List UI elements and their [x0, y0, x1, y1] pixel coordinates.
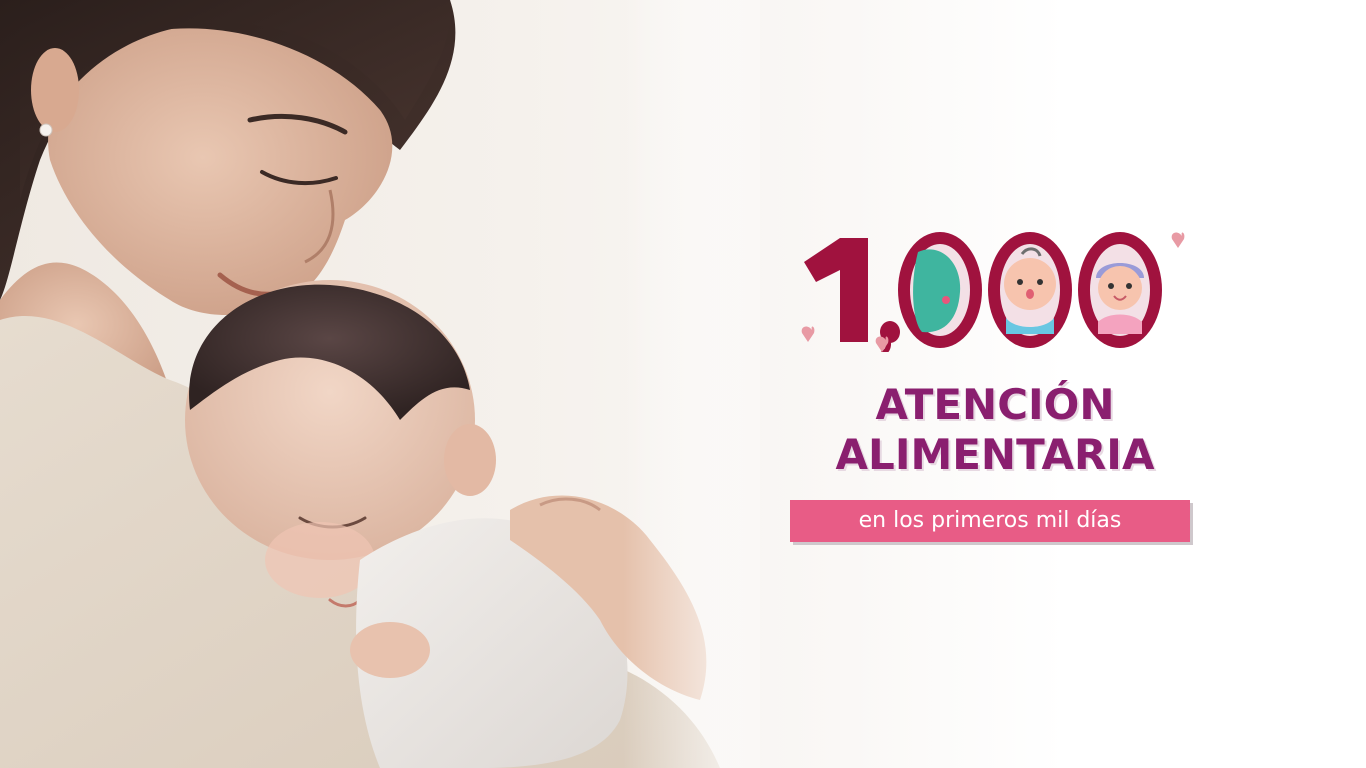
- pregnant-woman-icon: [898, 232, 982, 348]
- title-line-2: ALIMENTARIA: [835, 430, 1155, 479]
- numeral-1000-logo: [801, 232, 1185, 352]
- baby-face-icon: [988, 232, 1072, 348]
- subtitle-text: en los primeros mil días: [858, 508, 1122, 533]
- girl-face-icon: [1078, 232, 1162, 348]
- mother-baby-photo: [0, 0, 760, 768]
- subtitle-ribbon: en los primeros mil días: [790, 500, 1190, 542]
- title-line-1: ATENCIÓN: [875, 380, 1115, 429]
- banner: ATENCIÓN ALIMENTARIA en los primeros mil…: [0, 0, 1366, 768]
- campaign-logo: ATENCIÓN ALIMENTARIA en los primeros mil…: [790, 222, 1200, 552]
- digit-one: [804, 238, 868, 342]
